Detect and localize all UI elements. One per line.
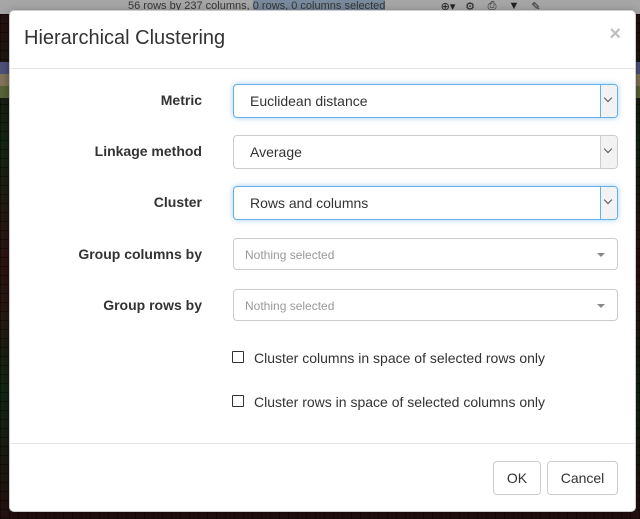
group-columns-label: Group columns by [78,246,202,262]
cluster-dropdown-toggle[interactable] [600,187,617,219]
metric-label: Metric [160,92,202,108]
linkage-label: Linkage method [94,143,202,159]
linkage-value: Average [250,144,302,160]
cluster-label: Cluster [153,194,202,210]
cluster-select[interactable]: Rows and columns [233,186,618,220]
cluster-columns-selected-rows-label[interactable]: Cluster columns in space of selected row… [254,350,545,366]
cluster-rows-selected-columns-label[interactable]: Cluster rows in space of selected column… [254,394,545,410]
cancel-button[interactable]: Cancel [547,461,618,495]
group-rows-picker[interactable]: Nothing selected [233,289,618,321]
chevron-down-icon [603,195,613,205]
cluster-columns-selected-rows-option[interactable]: Cluster columns in space of selected row… [232,350,632,368]
chevron-down-icon [603,93,613,103]
metric-row: Metric Euclidean distance [10,84,635,120]
cluster-value: Rows and columns [250,195,369,211]
cluster-row: Cluster Rows and columns [10,186,635,222]
linkage-select[interactable]: Average [233,135,618,169]
caret-down-icon [597,304,605,308]
group-rows-placeholder: Nothing selected [245,299,335,313]
metric-select[interactable]: Euclidean distance [233,84,618,118]
group-rows-row: Group rows by Nothing selected [10,289,635,325]
group-columns-row: Group columns by Nothing selected [10,238,635,274]
hierarchical-clustering-dialog: Hierarchical Clustering × Metric Euclide… [9,10,636,512]
ok-button[interactable]: OK [493,461,541,495]
chevron-down-icon [603,144,613,154]
cluster-rows-selected-columns-option[interactable]: Cluster rows in space of selected column… [232,394,632,412]
metric-dropdown-toggle[interactable] [600,85,617,117]
linkage-row: Linkage method Average [10,135,635,171]
linkage-dropdown-toggle[interactable] [600,136,617,168]
metric-value: Euclidean distance [250,93,368,109]
cluster-columns-selected-rows-checkbox[interactable] [232,351,244,363]
dialog-title: Hierarchical Clustering [24,27,226,49]
cluster-rows-selected-columns-checkbox[interactable] [232,395,244,407]
group-columns-placeholder: Nothing selected [245,248,335,262]
group-rows-label: Group rows by [103,297,202,313]
close-button[interactable]: × [609,24,621,44]
dialog-footer: OK Cancel [10,443,635,511]
group-columns-picker[interactable]: Nothing selected [233,238,618,270]
dialog-header: Hierarchical Clustering × [10,11,635,69]
caret-down-icon [597,253,605,257]
